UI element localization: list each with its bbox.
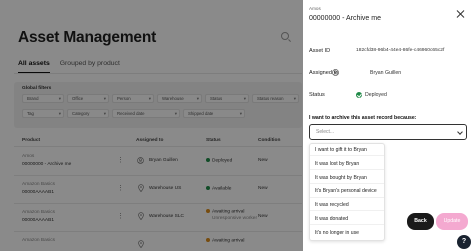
archive-asset-panel: Amos 00000000 - Archive me Asset ID 182c… [303,0,474,251]
person-icon [332,69,339,76]
option-no-longer-in-use[interactable]: It's no longer in use [310,227,384,239]
panel-title: 00000000 - Archive me [309,15,381,22]
back-button[interactable]: Back [407,213,434,230]
assigned-to-value[interactable]: Bryan Guillen [370,70,401,76]
asset-id-value: 182cfd38-96b4-44e4-86fe-c46960c65c2f [356,48,445,53]
check-circle-icon [356,92,362,98]
option-recycled[interactable]: It was recycled [310,199,384,212]
asset-id-label: Asset ID [309,48,331,54]
archive-reason-question: I want to archive this asset record beca… [309,115,417,121]
option-personal-device[interactable]: It's Bryan's personal device [310,185,384,198]
update-button[interactable]: Update [436,213,468,230]
chevron-down-icon[interactable] [457,129,463,135]
close-icon[interactable] [455,9,465,19]
option-lost[interactable]: It was lost by Bryan [310,158,384,170]
status-value: Deployed [365,92,387,98]
status-label: Status [309,92,325,98]
select-placeholder: Select... [316,129,335,135]
option-bought[interactable]: It was bought by Bryan [310,172,384,184]
panel-brand: Amos [309,6,321,11]
help-button[interactable]: ? [457,235,471,249]
option-donated[interactable]: It was donated [310,213,384,226]
archive-reason-select[interactable]: Select... [309,124,467,140]
option-gift[interactable]: I want to gift it to Bryan [310,144,384,157]
archive-reason-dropdown: I want to gift it to Bryan It was lost b… [309,143,385,241]
